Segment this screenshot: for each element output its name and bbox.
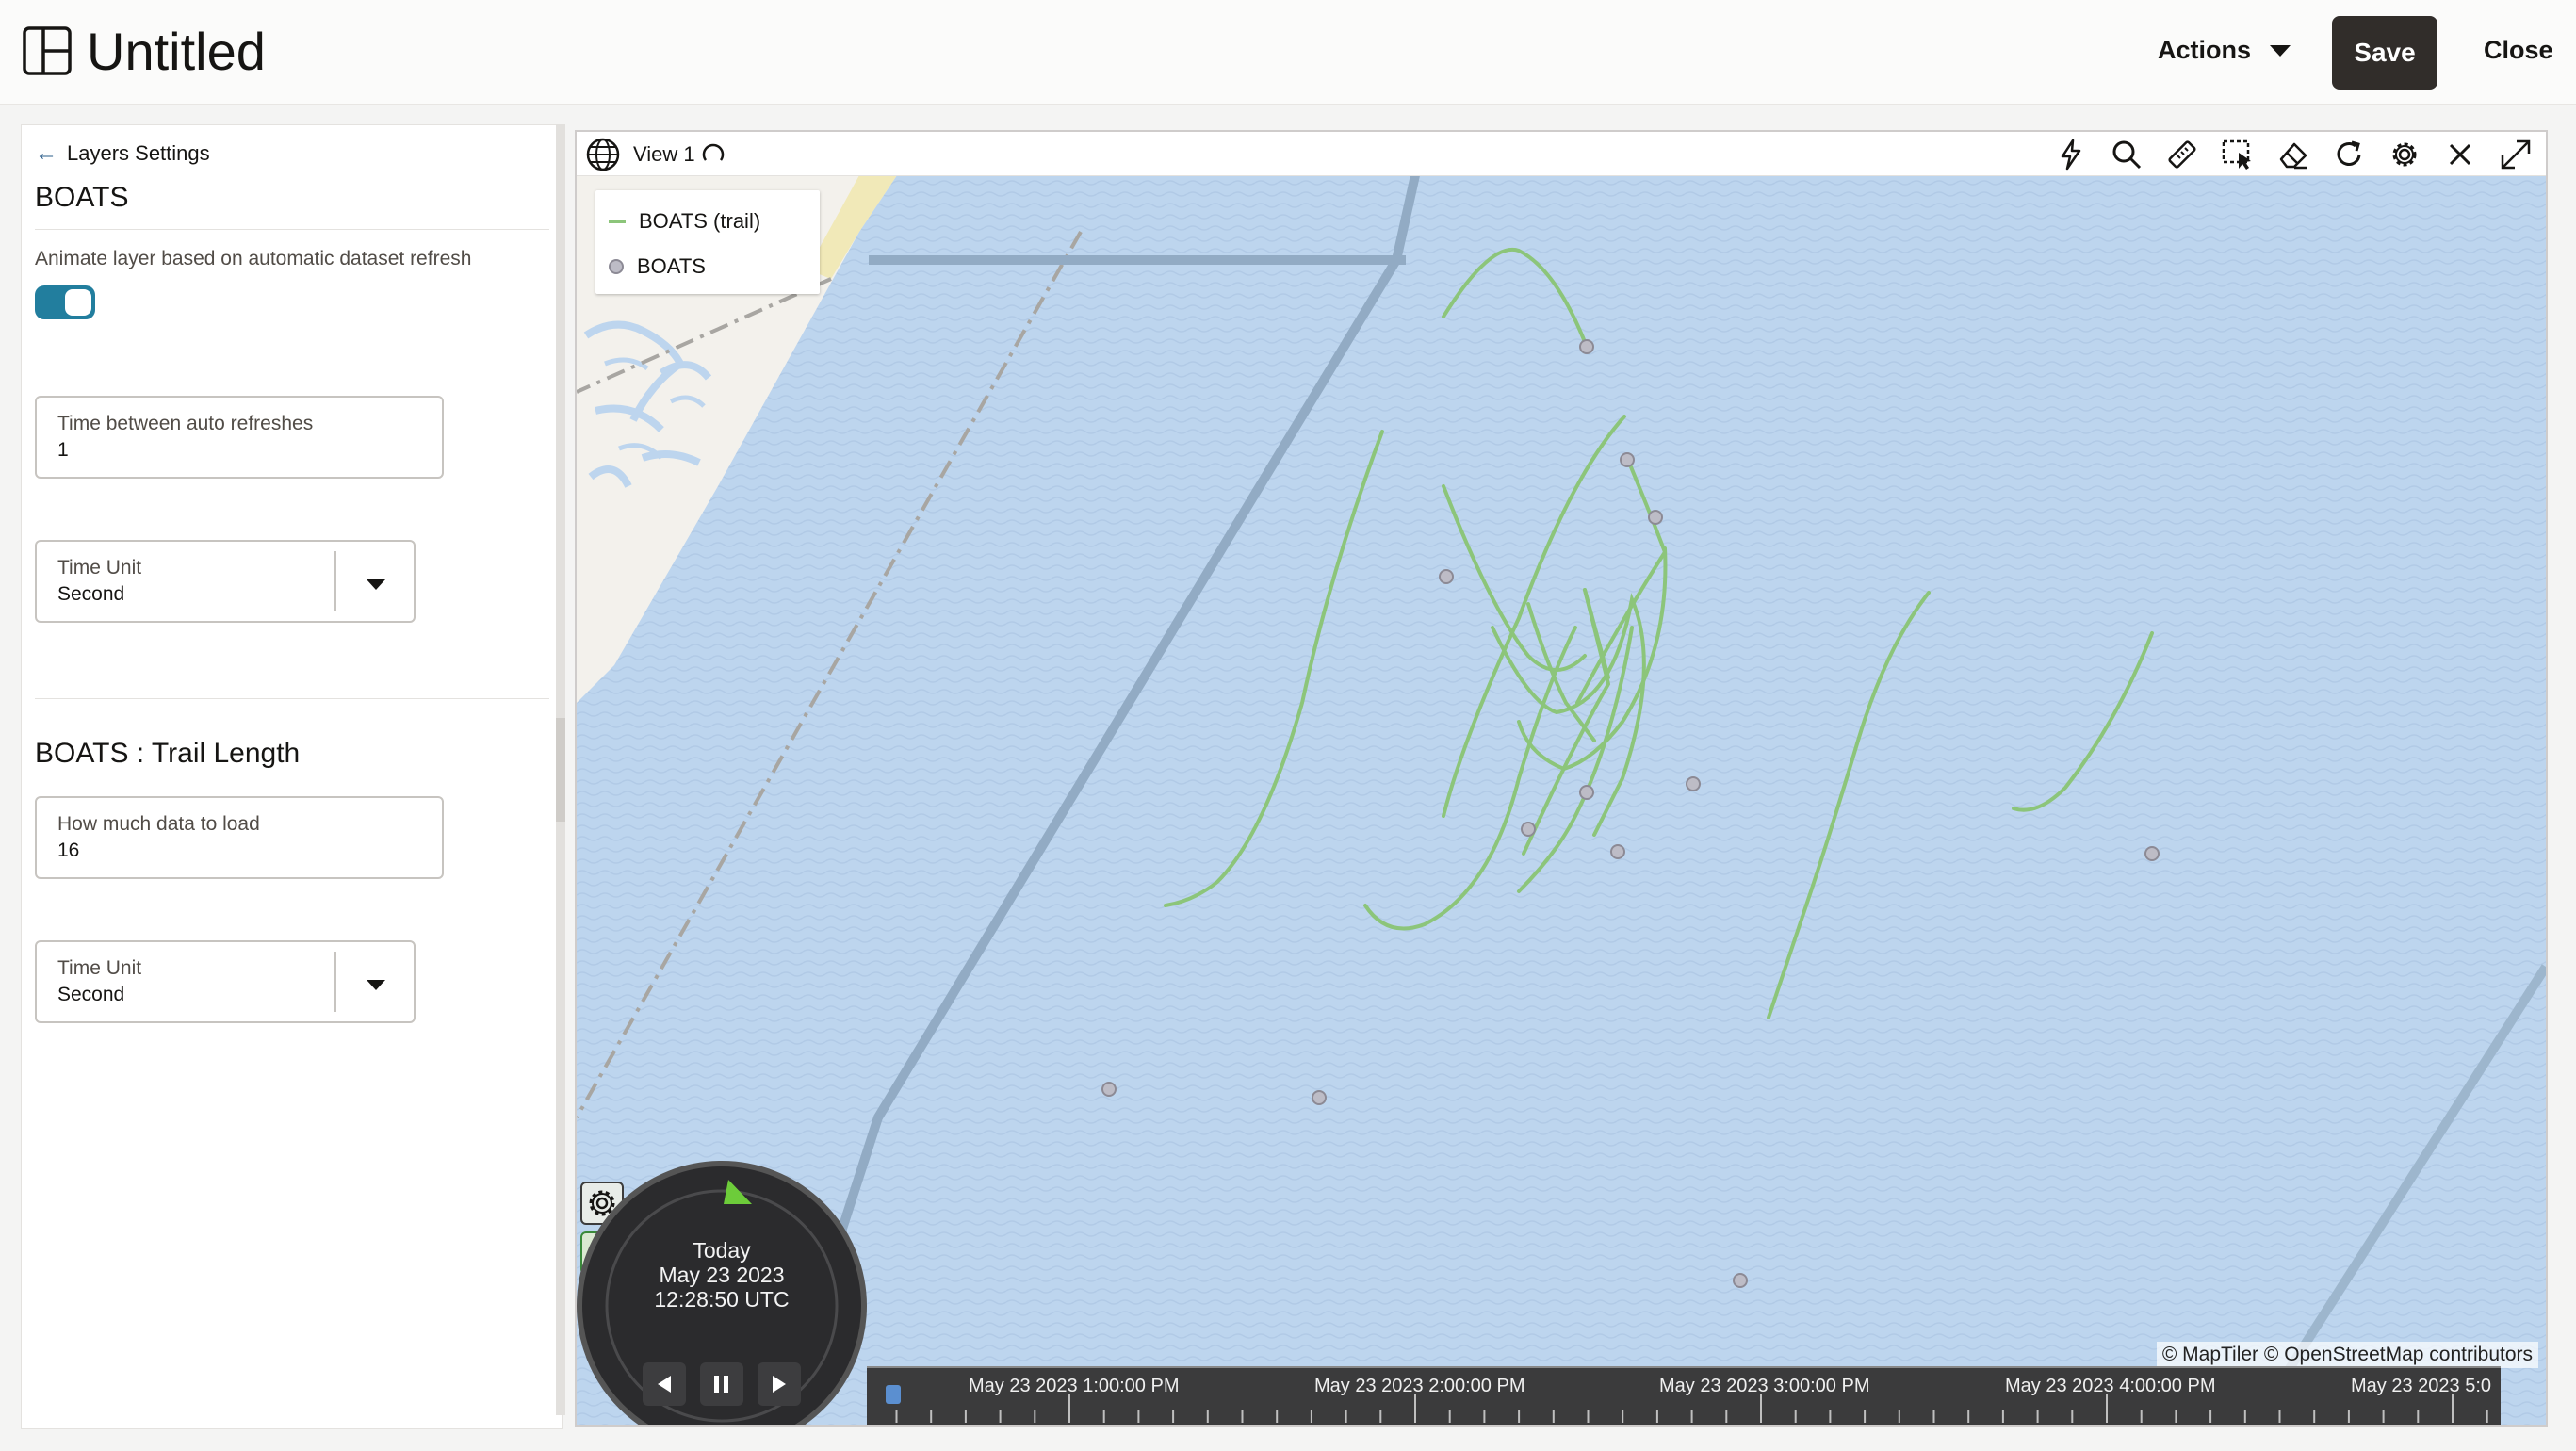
layout-icon xyxy=(23,26,72,75)
data-to-load-field[interactable]: How much data to load 16 xyxy=(35,796,444,879)
map-attribution: © MapTiler © OpenStreetMap contributors xyxy=(2156,1342,2538,1368)
data-to-load-value: 16 xyxy=(57,840,80,861)
time-unit-label: Time Unit xyxy=(57,957,142,979)
clock-time: 12:28:50 UTC xyxy=(654,1287,790,1312)
step-back-button[interactable] xyxy=(643,1362,686,1406)
animate-layer-toggle[interactable] xyxy=(35,285,95,319)
refresh-interval-field[interactable]: Time between auto refreshes 1 xyxy=(35,396,444,479)
refresh-interval-value: 1 xyxy=(57,439,69,461)
gear-icon[interactable] xyxy=(2387,137,2422,172)
legend-trail-label: BOATS (trail) xyxy=(639,209,761,233)
timeline-label: May 23 2023 2:00:00 PM xyxy=(1314,1376,1525,1396)
timeline-label: May 23 2023 5:0 xyxy=(2351,1376,2491,1396)
layer-title: BOATS xyxy=(35,182,129,213)
map-canvas[interactable]: BOATS (trail) BOATS © MapTiler © OpenStr… xyxy=(577,175,2546,1425)
time-unit-value: Second xyxy=(57,583,125,605)
arrow-left-icon: ← xyxy=(35,140,57,166)
play-button[interactable] xyxy=(758,1362,801,1406)
map-layer xyxy=(577,175,2546,1425)
select-area-icon[interactable] xyxy=(2220,137,2256,172)
divider xyxy=(35,698,549,699)
view-toolbar: View 1 xyxy=(577,132,2546,176)
clock-day: Today xyxy=(693,1238,751,1263)
refresh-spinner-icon xyxy=(702,143,725,161)
clock-date: May 23 2023 xyxy=(659,1263,785,1287)
time-unit-value: Second xyxy=(57,984,125,1005)
close-button[interactable]: Close xyxy=(2484,36,2553,65)
trail-length-title: BOATS : Trail Length xyxy=(35,738,301,769)
page-title: Untitled xyxy=(87,22,266,81)
legend-item-trail: BOATS (trail) xyxy=(609,209,760,234)
ruler-icon[interactable] xyxy=(2164,137,2200,172)
time-unit-label: Time Unit xyxy=(57,557,142,579)
refresh-interval-label: Time between auto refreshes xyxy=(57,413,314,434)
divider xyxy=(35,229,549,230)
chevron-down-icon xyxy=(367,579,385,590)
view-title: View 1 xyxy=(633,142,695,166)
timeline-label: May 23 2023 4:00:00 PM xyxy=(2005,1376,2216,1396)
map-legend: BOATS (trail) BOATS xyxy=(595,190,820,294)
trail-swatch xyxy=(609,220,626,223)
legend-boats-label: BOATS xyxy=(637,254,706,278)
pause-button[interactable] xyxy=(700,1362,743,1406)
layer-settings-panel: ← Layers Settings BOATS Animate layer ba… xyxy=(21,124,563,1429)
timeline-label: May 23 2023 3:00:00 PM xyxy=(1659,1376,1870,1396)
timeline-bar[interactable]: May 23 2023 1:00:00 PM May 23 2023 2:00:… xyxy=(867,1366,2501,1425)
back-label: Layers Settings xyxy=(67,141,210,165)
divider xyxy=(334,952,336,1012)
save-button[interactable]: Save xyxy=(2332,16,2437,90)
expand-icon[interactable] xyxy=(2498,137,2534,172)
actions-label: Actions xyxy=(2158,36,2252,64)
data-to-load-label: How much data to load xyxy=(57,813,260,835)
refresh-time-unit-select[interactable]: Time Unit Second xyxy=(35,540,416,623)
globe-icon[interactable] xyxy=(584,136,622,173)
divider xyxy=(334,551,336,611)
back-to-layers-settings-link[interactable]: ← Layers Settings xyxy=(35,140,210,167)
chevron-down-icon xyxy=(2270,44,2291,57)
trail-time-unit-select[interactable]: Time Unit Second xyxy=(35,940,416,1023)
playback-clock: Today May 23 2023 12:28:50 UTC xyxy=(577,1161,867,1425)
legend-item-boats: BOATS xyxy=(609,254,706,279)
search-icon[interactable] xyxy=(2109,137,2144,172)
toggle-knob xyxy=(65,289,91,316)
app-header: Untitled Actions Save Close xyxy=(0,0,2576,105)
animate-layer-label: Animate layer based on automatic dataset… xyxy=(35,248,472,269)
timeline-label: May 23 2023 1:00:00 PM xyxy=(969,1376,1180,1396)
splitter-handle[interactable] xyxy=(556,718,565,822)
refresh-icon[interactable] xyxy=(2331,137,2367,172)
close-icon[interactable] xyxy=(2442,137,2478,172)
lightning-icon[interactable] xyxy=(2053,137,2089,172)
map-view: View 1 BOATS (trail) BOATS © MapTiler © … xyxy=(575,130,2548,1427)
panel-splitter[interactable] xyxy=(556,124,565,1415)
point-swatch xyxy=(609,259,624,274)
chevron-down-icon xyxy=(367,980,385,990)
actions-menu-button[interactable]: Actions xyxy=(2158,36,2291,65)
timeline-cursor[interactable] xyxy=(886,1385,901,1404)
eraser-icon[interactable] xyxy=(2275,137,2311,172)
